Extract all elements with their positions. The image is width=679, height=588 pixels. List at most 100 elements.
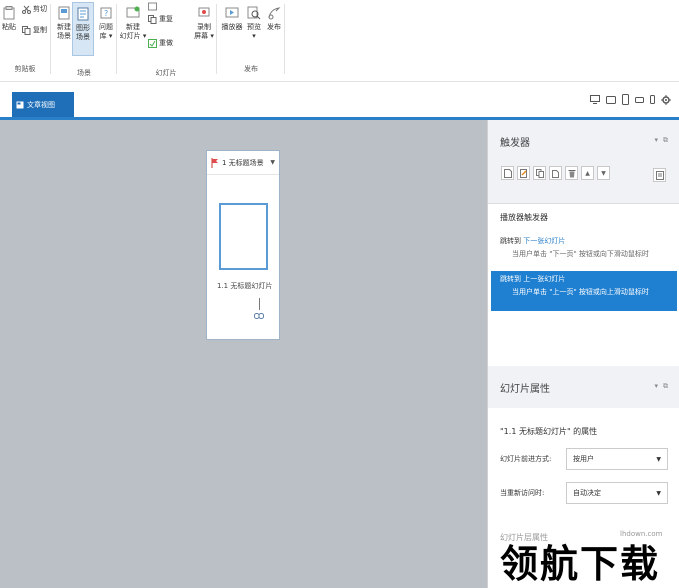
player-label: 播放器 [221, 23, 243, 31]
preset-scene-label-1: 图形 [76, 24, 90, 32]
trigger-item-previous[interactable]: 跳转到 上一张幻灯片 当用户单击 "上一页" 按钮或向上滑动鼠标时 [491, 271, 677, 311]
duplicate-label: 重复 [159, 15, 173, 23]
publish-label: 发布 [267, 23, 281, 31]
slide-small-button[interactable] [148, 0, 159, 12]
chevron-down-icon[interactable]: ▼ [270, 159, 275, 166]
publish-group-label: 发布 [244, 65, 258, 73]
scene-title: 1 无标题场景 [222, 158, 264, 167]
preset-scene-button[interactable]: 图形 场景 [72, 2, 94, 56]
slide-connector [259, 298, 260, 310]
move-up-icon[interactable]: ▲ [581, 166, 594, 180]
panel-collapse-icon[interactable]: ▾ [654, 382, 658, 391]
advance-row: 幻灯片前进方式: 按用户 ▼ [500, 448, 670, 470]
cut-label: 剪切 [33, 5, 47, 13]
trigger-next-action-label: 跳转到 [500, 237, 521, 245]
paste-trigger-icon[interactable] [549, 166, 562, 180]
player-triggers-title: 播放器触发器 [500, 213, 548, 222]
link-icon [254, 312, 264, 321]
tablet-landscape-icon[interactable] [606, 95, 616, 104]
monitor-icon[interactable] [590, 95, 600, 104]
right-panel: 触发器 ▾ ⧉ ▲ ▼ 播放器触发器 跳转到 下一张幻灯片 当用户单击 "下一页… [487, 120, 679, 588]
new-slide-icon [126, 6, 140, 20]
player-icon [225, 6, 239, 20]
preview-label-2: ▾ [252, 32, 256, 40]
scene-card[interactable]: 1 无标题场景 ▼ 1.1 无标题幻灯片 [206, 150, 280, 340]
triggers-toolbar: ▲ ▼ [488, 162, 679, 204]
duplicate-button[interactable]: 重复 [148, 13, 173, 25]
trigger-prev-condition: 当用户单击 "上一页" 按钮或向上滑动鼠标时 [512, 288, 649, 296]
record-screen-icon [197, 6, 211, 20]
copy-button[interactable]: 复制 [22, 24, 47, 36]
trigger-prev-action: 跳转到 上一张幻灯片 [500, 274, 673, 284]
new-slide-label-2: 幻灯片 ▾ [119, 32, 147, 40]
chevron-down-icon: ▼ [656, 489, 661, 497]
delete-trigger-icon[interactable] [565, 166, 578, 180]
ribbon-separator [50, 4, 51, 74]
phone-landscape-icon[interactable] [635, 96, 644, 103]
panel-controls: ▾ ⧉ [654, 136, 668, 145]
new-scene-label-1: 新建 [57, 23, 71, 31]
advance-select[interactable]: 按用户 ▼ [566, 448, 668, 470]
revisit-label: 当重新访问时: [500, 489, 545, 497]
trigger-next-target[interactable]: 下一张幻灯片 [523, 237, 565, 245]
chevron-down-icon: ▼ [656, 455, 661, 463]
publish-icon [267, 6, 281, 20]
paste-label: 粘贴 [2, 23, 16, 31]
panel-float-icon[interactable]: ⧉ [663, 136, 668, 145]
start-flag-icon [211, 157, 219, 168]
watermark-logo: 领航下载 [500, 542, 661, 586]
question-bank-label-2: 库 ▾ [99, 32, 113, 40]
ribbon-separator [216, 4, 217, 74]
redo-button[interactable]: 重做 [148, 37, 173, 49]
device-view-icons [590, 94, 671, 105]
move-down-icon[interactable]: ▼ [597, 166, 610, 180]
gear-icon[interactable] [661, 94, 671, 105]
story-view-icon [16, 101, 24, 109]
slide-small-icon [148, 2, 157, 11]
story-view-tab-label: 文章视图 [27, 100, 55, 109]
trigger-item-next[interactable]: 跳转到 下一张幻灯片 当用户单击 "下一页" 按钮或向下滑动鼠标时 [491, 233, 677, 262]
edit-trigger-icon[interactable] [517, 166, 530, 180]
trigger-next-condition: 当用户单击 "下一页" 按钮或向下滑动鼠标时 [512, 250, 649, 258]
question-bank-label-1: 问题 [99, 23, 113, 31]
advance-value: 按用户 [573, 455, 594, 463]
scene-header[interactable]: 1 无标题场景 ▼ [207, 151, 279, 175]
ribbon: 粘贴 剪切 复制 剪贴板 新建 场景 图形 场景 ? 问题 库 ▾ 场景 新建 … [0, 0, 679, 82]
new-slide-button[interactable]: 新建 幻灯片 ▾ [118, 2, 148, 56]
paste-button[interactable]: 粘贴 [0, 2, 18, 56]
panel-collapse-icon[interactable]: ▾ [654, 136, 658, 145]
panel-controls: ▾ ⧉ [654, 382, 668, 391]
trigger-prev-target[interactable]: 上一张幻灯片 [523, 275, 565, 283]
trigger-options-icon[interactable] [653, 168, 666, 182]
paste-icon [2, 6, 16, 20]
redo-icon [148, 38, 157, 48]
question-bank-button[interactable]: ? 问题 库 ▾ [94, 2, 118, 56]
publish-group: 播放器 预览 ▾ 发布 发布 [218, 0, 284, 82]
cut-button[interactable]: 剪切 [22, 3, 47, 15]
phone-portrait-icon[interactable] [650, 95, 655, 104]
scenes-group: 新建 场景 图形 场景 ? 问题 库 ▾ 场景 [52, 0, 116, 82]
slide-thumbnail[interactable] [219, 203, 268, 270]
record-screen-label-1: 录制 [197, 23, 211, 31]
copy-icon [22, 25, 31, 35]
new-trigger-icon[interactable] [501, 166, 514, 180]
tablet-portrait-icon[interactable] [622, 94, 629, 105]
preview-label-1: 预览 [247, 23, 261, 31]
preset-scene-label-2: 场景 [76, 33, 90, 41]
story-view-tab[interactable]: 文章视图 [12, 92, 74, 117]
magnifier-icon [247, 6, 261, 20]
triggers-panel-header: 触发器 ▾ ⧉ [488, 120, 679, 162]
copy-trigger-icon[interactable] [533, 166, 546, 180]
record-screen-button[interactable]: 录制 屏幕 ▾ [193, 2, 215, 56]
revisit-select[interactable]: 自动决定 ▼ [566, 482, 668, 504]
triggers-title: 触发器 [500, 137, 530, 149]
panel-float-icon[interactable]: ⧉ [663, 382, 668, 391]
new-slide-label-1: 新建 [126, 23, 140, 31]
trigger-next-action: 跳转到 下一张幻灯片 [500, 236, 673, 246]
player-button[interactable]: 播放器 [220, 2, 244, 56]
question-bank-icon: ? [99, 6, 113, 20]
new-scene-icon [57, 6, 71, 20]
slides-group-label: 幻灯片 [155, 69, 177, 77]
publish-button[interactable]: 发布 [262, 2, 286, 56]
slide-properties-header: 幻灯片属性 ▾ ⧉ [488, 366, 679, 408]
